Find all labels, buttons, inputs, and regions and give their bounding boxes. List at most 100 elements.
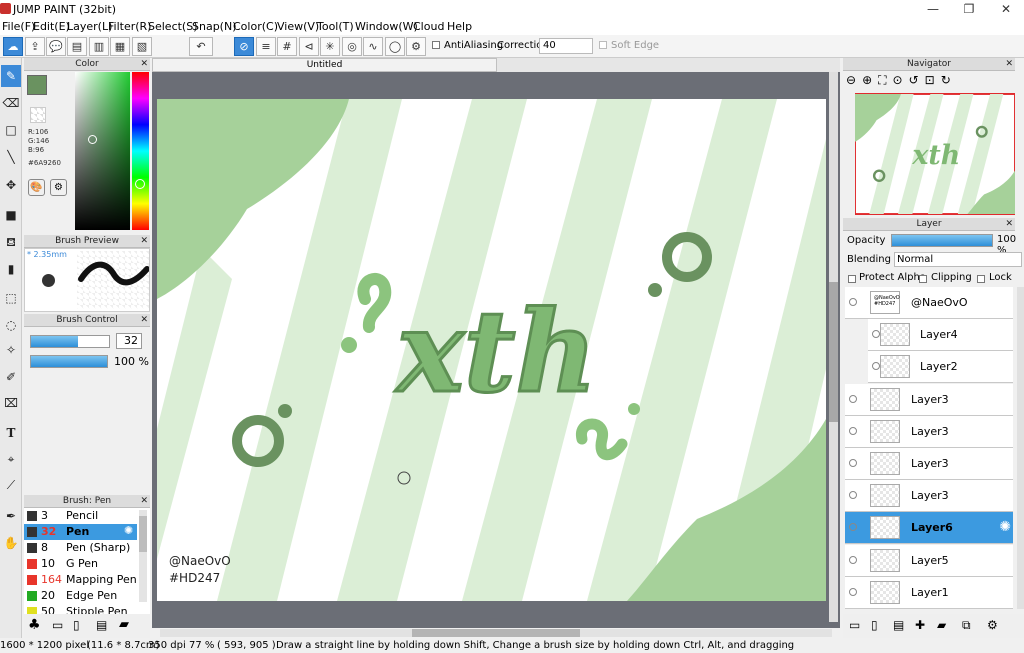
duplicate-layer-icon[interactable]: ⧉ — [962, 618, 971, 633]
brush-tool-icon[interactable]: ✎ — [1, 65, 21, 87]
document-tab[interactable]: Untitled — [152, 58, 497, 72]
pen-tool-icon[interactable]: ✒ — [1, 505, 21, 527]
palette-icon[interactable]: 🎨 — [28, 179, 45, 196]
rotate-right-icon[interactable]: ↻ — [941, 73, 957, 87]
brush-list-item[interactable]: 164 Mapping Pen — [24, 572, 137, 588]
menu-snap[interactable]: Snap(N) — [192, 20, 237, 33]
menu-layer[interactable]: Layer(L) — [67, 20, 112, 33]
brush-settings-gear-icon[interactable]: ✺ — [124, 524, 133, 537]
select-rect-tool-icon[interactable]: ⬚ — [1, 287, 21, 309]
message-icon[interactable]: ▤ — [67, 37, 87, 56]
layer-row[interactable]: Layer3 — [845, 415, 1013, 448]
hand-tool-icon[interactable]: ✋ — [1, 532, 21, 554]
layer-row[interactable]: Layer2 — [868, 351, 1013, 384]
brush-list-scrollbar[interactable] — [139, 510, 147, 602]
vertical-scroll-thumb[interactable] — [829, 282, 838, 422]
menu-view[interactable]: View(V) — [277, 20, 319, 33]
comment-icon[interactable]: 💬 — [46, 37, 66, 56]
radial-snap-icon[interactable]: ✳ — [320, 37, 340, 56]
new-1bit-layer-icon[interactable]: ▤ — [893, 618, 904, 632]
layer-settings-gear-icon[interactable]: ✺ — [999, 519, 1011, 535]
eyedropper-tool-icon[interactable]: ⟋ — [1, 474, 21, 496]
fill-rect-tool-icon[interactable]: ■ — [1, 204, 21, 226]
perspective-snap-icon[interactable]: ⊲ — [299, 37, 319, 56]
ellipse-snap-icon[interactable]: ◯ — [385, 37, 405, 56]
layer-row[interactable]: Layer3 — [845, 480, 1013, 513]
brush-size-slider[interactable] — [30, 335, 110, 348]
transparent-swatch[interactable] — [30, 107, 46, 123]
eraser-tool-icon[interactable]: ⌫ — [1, 92, 21, 114]
menu-window[interactable]: Window(W) — [355, 20, 418, 33]
concentric-snap-icon[interactable]: ◎ — [342, 37, 362, 56]
brush-list-item[interactable]: 8 Pen (Sharp) — [24, 540, 137, 556]
text-tool-icon[interactable]: T — [1, 422, 21, 444]
brush-opacity-slider[interactable] — [30, 355, 108, 368]
snap-settings-icon[interactable]: ⚙ — [406, 37, 426, 56]
main-color-swatch[interactable] — [27, 75, 47, 95]
brush-list-item[interactable]: 32 Pen ✺ — [24, 524, 137, 540]
lock-checkbox[interactable] — [977, 275, 985, 283]
line-tool-icon[interactable]: ╲ — [1, 146, 21, 168]
share-icon[interactable]: ⇪ — [25, 37, 45, 56]
zoom-in-icon[interactable]: ⊕ — [862, 73, 878, 87]
layer-row[interactable]: Layer3 — [845, 383, 1013, 416]
fit-icon[interactable]: ⛶ — [878, 73, 892, 87]
layer-opacity-slider[interactable] — [891, 234, 993, 247]
close-icon[interactable]: ✕ — [140, 235, 148, 247]
menu-edit[interactable]: Edit(E) — [33, 20, 70, 33]
layer-visibility-icon[interactable] — [849, 491, 857, 500]
canvas[interactable]: xth @NaeOvO #HD247 — [157, 99, 826, 601]
menu-cloud[interactable]: Cloud — [413, 20, 444, 33]
operation-tool-icon[interactable]: ⌖ — [1, 448, 21, 470]
menu-help[interactable]: Help — [447, 20, 472, 33]
layer-visibility-icon[interactable] — [849, 394, 857, 403]
brush-settings-icon[interactable]: ▤ — [96, 618, 107, 632]
zoom-out-icon[interactable]: ⊖ — [846, 73, 862, 87]
menu-select[interactable]: Select(S) — [148, 20, 198, 33]
menu-tool[interactable]: Tool(T) — [317, 20, 354, 33]
new-8bit-layer-icon[interactable]: ▯ — [871, 618, 878, 632]
layer-list-scrollbar[interactable] — [1017, 287, 1024, 609]
brush-copy-icon[interactable]: ▯ — [73, 618, 80, 632]
layer-row[interactable]: Layer3 — [845, 448, 1013, 480]
gradient-tool-icon[interactable]: ▮ — [1, 258, 21, 280]
close-button[interactable]: ✕ — [987, 0, 1024, 19]
close-icon[interactable]: ✕ — [140, 495, 148, 507]
soft-edge-checkbox[interactable] — [599, 41, 607, 49]
new-layer-icon[interactable]: ▭ — [849, 618, 860, 632]
layer-row[interactable]: Layer4 — [868, 319, 1013, 352]
layer-visibility-icon[interactable] — [849, 587, 857, 596]
antialiasing-checkbox[interactable] — [432, 41, 440, 49]
layer-row[interactable]: Layer6 ✺ — [845, 512, 1013, 545]
minimize-button[interactable]: — — [914, 0, 952, 19]
brush-list-item[interactable]: 3 Pencil — [24, 508, 137, 524]
curve-snap-icon[interactable]: ∿ — [363, 37, 383, 56]
close-icon[interactable]: ✕ — [1005, 218, 1013, 230]
blending-select[interactable]: Normal — [894, 252, 1022, 267]
brush-size-input[interactable]: 32 — [116, 333, 142, 349]
brush-folder-icon[interactable]: ▰ — [119, 617, 129, 632]
brush-list-item[interactable]: 50 Stipple Pen — [24, 604, 137, 614]
snap-off-icon[interactable]: ⊘ — [234, 37, 254, 56]
add-layer-icon[interactable]: ✚ — [915, 618, 925, 632]
layer-visibility-icon[interactable] — [849, 523, 857, 532]
horizontal-scrollbar[interactable] — [152, 628, 840, 638]
page-icon[interactable]: ▥ — [89, 37, 109, 56]
cloud-icon[interactable]: ☁ — [3, 37, 23, 56]
rectangle-tool-icon[interactable]: □ — [1, 119, 21, 141]
menu-filter[interactable]: Filter(R) — [108, 20, 151, 33]
close-icon[interactable]: ✕ — [140, 58, 148, 70]
clipping-checkbox[interactable] — [919, 275, 927, 283]
undo-icon[interactable]: ↶ — [189, 37, 213, 56]
brush-list-scroll-thumb[interactable] — [139, 516, 147, 552]
bucket-tool-icon[interactable]: ⛾ — [1, 231, 21, 253]
rotate-left-icon[interactable]: ↺ — [909, 73, 925, 87]
menu-file[interactable]: File(F) — [2, 20, 35, 33]
magic-wand-icon[interactable]: ✧ — [1, 339, 21, 361]
move-tool-icon[interactable]: ✥ — [1, 174, 21, 196]
rotate-reset-icon[interactable]: ⊡ — [925, 73, 941, 87]
protect-alpha-checkbox[interactable] — [848, 275, 856, 283]
brush-list-item[interactable]: 10 G Pen — [24, 556, 137, 572]
maximize-button[interactable]: ❐ — [950, 0, 988, 19]
grid-snap-icon[interactable]: # — [277, 37, 297, 56]
